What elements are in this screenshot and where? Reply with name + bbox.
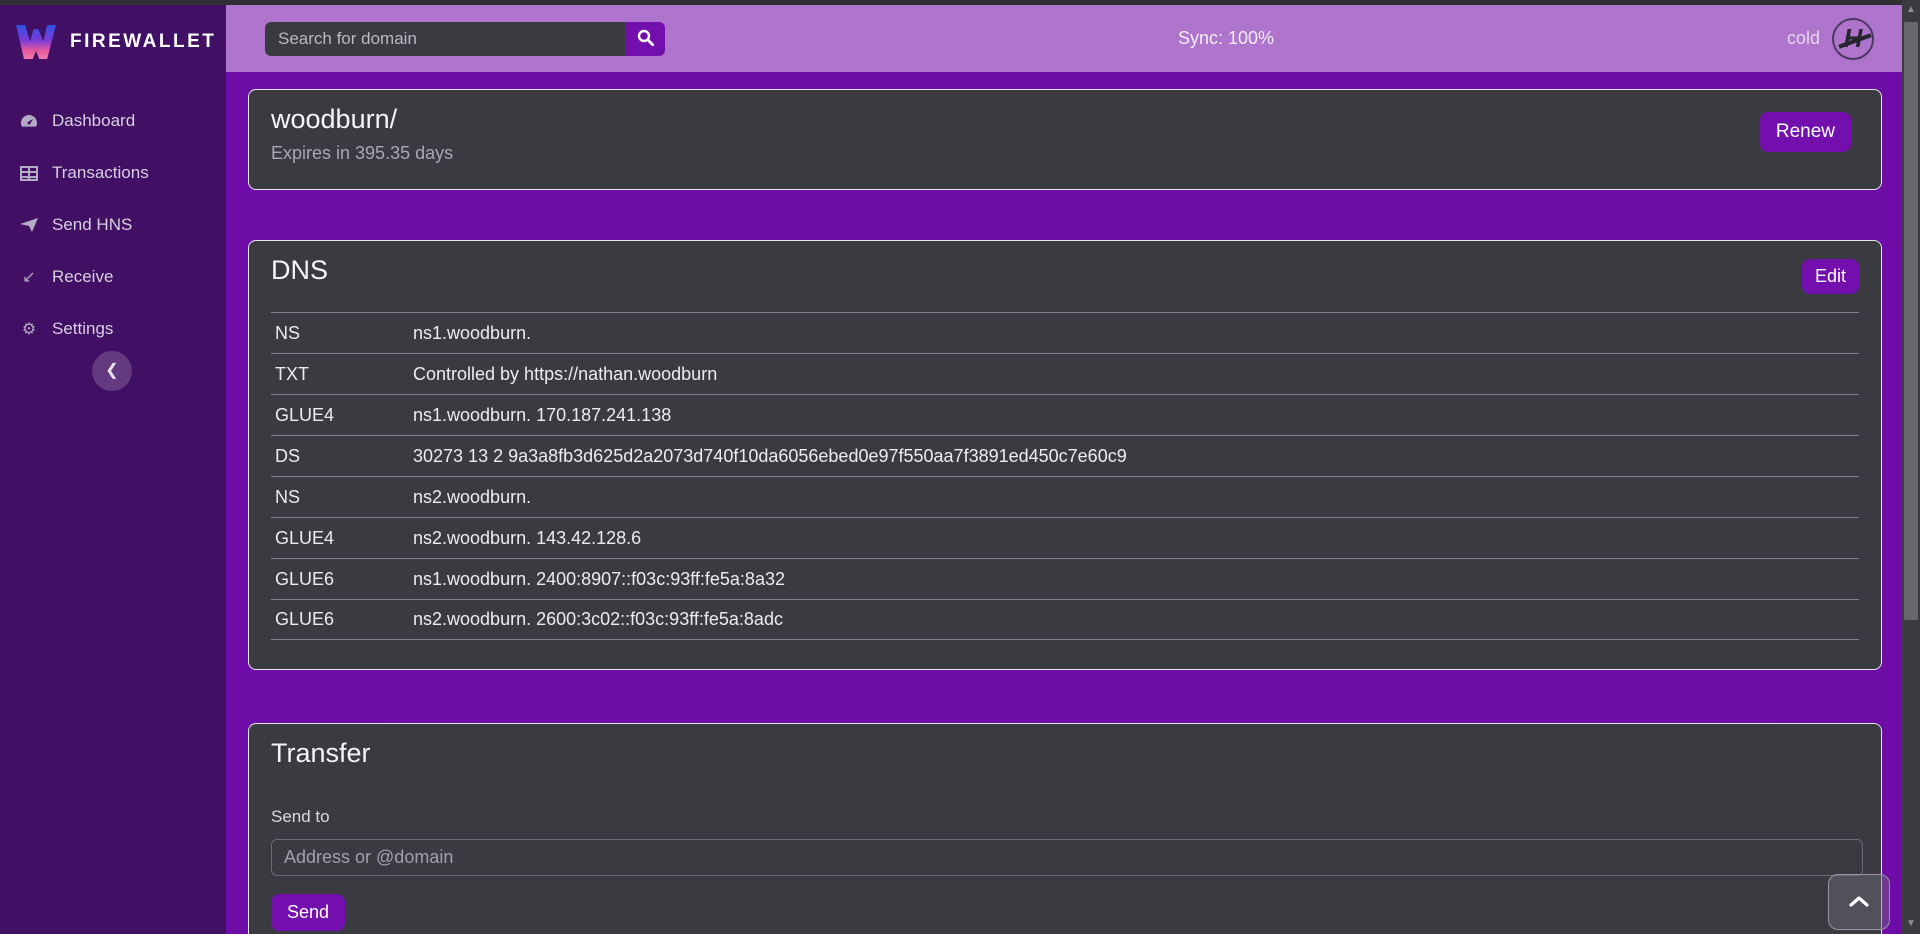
dns-record-row: GLUE6 ns2.woodburn. 2600:3c02::f03c:93ff… [271,599,1859,640]
dns-record-type: GLUE6 [271,569,413,590]
receive-arrow-icon: ↙ [18,267,40,287]
dns-card: DNS Edit NS ns1.woodburn. TXT Controlled… [248,240,1882,670]
dns-record-row: GLUE4 ns2.woodburn. 143.42.128.6 [271,517,1859,558]
search-button[interactable] [625,22,665,56]
dns-record-type: TXT [271,364,413,385]
dns-record-row: GLUE4 ns1.woodburn. 170.187.241.138 [271,394,1859,435]
dns-record-type: GLUE4 [271,405,413,426]
send-icon [18,218,40,232]
send-button[interactable]: Send [271,894,345,931]
sidebar-item-label: Dashboard [52,111,135,131]
dns-record-row: GLUE6 ns1.woodburn. 2400:8907::f03c:93ff… [271,558,1859,599]
search-icon [637,29,654,49]
sync-status: Sync: 100% [665,28,1787,49]
domain-card: woodburn/ Expires in 395.35 days Renew [248,89,1882,190]
dns-record-type: NS [271,323,413,344]
dns-record-value: ns1.woodburn. 2400:8907::f03c:93ff:fe5a:… [413,569,785,590]
dns-record-row: DS 30273 13 2 9a3a8fb3d625d2a2073d740f10… [271,435,1859,476]
dns-record-row: TXT Controlled by https://nathan.woodbur… [271,353,1859,394]
wallet-name: cold [1787,28,1820,49]
sidebar-item-transactions[interactable]: Transactions [0,147,226,199]
sidebar-item-label: Receive [52,267,113,287]
sidebar-collapse-button[interactable]: ❮ [92,351,132,391]
dns-record-value: ns1.woodburn. [413,323,531,344]
domain-expiry: Expires in 395.35 days [271,143,1859,164]
dns-record-value: Controlled by https://nathan.woodburn [413,364,717,385]
header: Sync: 100% cold H [226,5,1902,72]
sidebar-item-label: Transactions [52,163,149,183]
brand[interactable]: FIREWALLET [0,5,226,65]
dns-record-value: ns1.woodburn. 170.187.241.138 [413,405,671,426]
transfer-title: Transfer [271,738,1859,769]
dashboard-icon [18,113,40,129]
sidebar-item-dashboard[interactable]: Dashboard [0,95,226,147]
dns-record-value: ns2.woodburn. 143.42.128.6 [413,528,641,549]
dns-record-value: ns2.woodburn. 2600:3c02::f03c:93ff:fe5a:… [413,609,783,630]
handshake-logo-icon[interactable]: H [1832,18,1874,60]
sidebar-item-label: Send HNS [52,215,132,235]
sidebar-item-receive[interactable]: ↙ Receive [0,251,226,303]
main-content: woodburn/ Expires in 395.35 days Renew D… [226,72,1902,934]
dns-record-type: GLUE6 [271,609,413,630]
wallet-zone: cold H [1787,18,1874,60]
dns-title: DNS [271,255,1859,286]
scrollbar-up-arrow-icon[interactable]: ▲ [1902,2,1920,18]
dns-record-row: NS ns1.woodburn. [271,312,1859,353]
scrollbar-down-arrow-icon[interactable]: ▼ [1902,916,1920,932]
domain-search [265,22,665,56]
sidebar-item-label: Settings [52,319,113,339]
firewallet-logo-icon [16,25,56,59]
send-to-label: Send to [271,807,1859,827]
brand-name: FIREWALLET [70,31,216,53]
sidebar-item-send-hns[interactable]: Send HNS [0,199,226,251]
app-window: FIREWALLET Dashboard Transactions Send H… [0,0,1920,934]
chevron-up-icon [1849,895,1869,910]
dns-record-type: DS [271,446,413,467]
search-input[interactable] [265,22,625,56]
sidebar-nav: Dashboard Transactions Send HNS ↙ Receiv… [0,95,226,355]
dns-edit-button[interactable]: Edit [1802,259,1859,294]
gear-icon: ⚙ [18,319,40,339]
dns-record-type: GLUE4 [271,528,413,549]
sidebar-item-settings[interactable]: ⚙ Settings [0,303,226,355]
dns-record-row: NS ns2.woodburn. [271,476,1859,517]
renew-button[interactable]: Renew [1760,112,1851,152]
table-icon [18,166,40,181]
scrollbar-thumb[interactable] [1904,22,1918,620]
sidebar: FIREWALLET Dashboard Transactions Send H… [0,5,226,934]
dns-record-value: ns2.woodburn. [413,487,531,508]
window-scrollbar[interactable]: ▲ ▼ [1902,0,1920,934]
scroll-to-top-button[interactable] [1828,874,1890,930]
domain-title: woodburn/ [271,104,1859,135]
transfer-address-input[interactable] [271,839,1863,876]
dns-record-value: 30273 13 2 9a3a8fb3d625d2a2073d740f10da6… [413,446,1127,467]
transfer-card: Transfer Send to Send [248,723,1882,934]
dns-record-type: NS [271,487,413,508]
dns-records-table: NS ns1.woodburn. TXT Controlled by https… [271,312,1859,640]
